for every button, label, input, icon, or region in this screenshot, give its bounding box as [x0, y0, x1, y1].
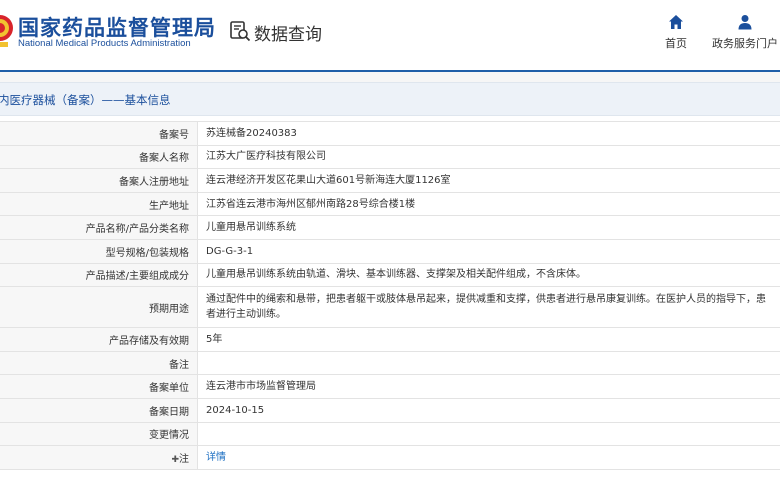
field-label: 产品名称/产品分类名称: [0, 215, 198, 240]
table-row: 预期用途 通过配件中的绳索和悬带，把患者躯干或肢体悬吊起来，提供减重和支撑，供患…: [0, 286, 780, 329]
table-row: 型号规格/包装规格 DG-G-3-1: [0, 238, 780, 264]
field-value: DG-G-3-1: [197, 238, 780, 264]
site-header: 国家药品监督管理局 National Medical Products Admi…: [0, 0, 780, 70]
table-row: 备案日期 2024-10-15: [0, 397, 780, 423]
field-value: 连云港经济开发区花果山大道601号新海连大厦1126室: [197, 168, 780, 193]
field-label: 生产地址: [0, 191, 198, 217]
table-row: 变更情况: [0, 421, 780, 447]
table-row: 备注: [0, 350, 780, 376]
table-row: 备案号 苏连械备20240383: [0, 121, 780, 146]
field-label: 预期用途: [0, 286, 198, 329]
table-row: ✚注 详情: [0, 445, 780, 470]
nav-gov-label: 政务服务门户: [712, 38, 778, 50]
emblem-icon: [0, 15, 13, 47]
field-label: 备案单位: [0, 374, 198, 399]
record-detail-table: 备案号 苏连械备20240383 备案人名称 江苏大广医疗科技有限公司 备案人注…: [0, 121, 780, 470]
note-label: 注: [179, 453, 189, 465]
field-value: 2024-10-15: [197, 397, 780, 423]
field-value: [197, 350, 780, 376]
field-label: 备案日期: [0, 397, 198, 423]
field-label: 型号规格/包装规格: [0, 238, 198, 264]
home-icon: [669, 15, 683, 29]
data-search-icon: [230, 21, 251, 42]
section-title: 内医疗器械（备案）——基本信息: [0, 93, 171, 107]
field-value: [197, 421, 780, 447]
field-value: 儿童用悬吊训练系统由轨道、滑块、基本训练器、支撑架及相关配件组成，不含床体。: [197, 262, 780, 288]
field-label-note: ✚注: [0, 445, 198, 470]
nav-gov-service-portal[interactable]: 政务服务门户: [710, 14, 780, 51]
pin-icon: ✚: [171, 454, 179, 465]
field-label: 备案号: [0, 121, 198, 146]
field-value: 苏连械备20240383: [197, 121, 780, 146]
page-title: 数据查询: [254, 25, 322, 45]
field-label: 备案人名称: [0, 144, 198, 170]
field-label: 产品描述/主要组成成分: [0, 262, 198, 288]
table-row: 生产地址 江苏省连云港市海州区郁州南路28号综合楼1楼: [0, 191, 780, 217]
table-row: 备案人注册地址 连云港经济开发区花果山大道601号新海连大厦1126室: [0, 168, 780, 193]
table-row: 产品存储及有效期 5年: [0, 327, 780, 352]
field-label: 变更情况: [0, 421, 198, 447]
field-value: 连云港市市场监督管理局: [197, 374, 780, 399]
field-value: 通过配件中的绳索和悬带，把患者躯干或肢体悬吊起来，提供减重和支撑，供患者进行悬吊…: [197, 286, 780, 329]
brand-name-en: National Medical Products Administration: [18, 38, 191, 49]
field-value: 江苏省连云港市海州区郁州南路28号综合楼1楼: [197, 191, 780, 217]
table-row: 产品名称/产品分类名称 儿童用悬吊训练系统: [0, 215, 780, 240]
top-band: [0, 72, 780, 82]
table-row: 产品描述/主要组成成分 儿童用悬吊训练系统由轨道、滑块、基本训练器、支撑架及相关…: [0, 262, 780, 288]
field-value: 5年: [197, 327, 780, 352]
field-value: 儿童用悬吊训练系统: [197, 215, 780, 240]
table-row: 备案单位 连云港市市场监督管理局: [0, 374, 780, 399]
field-label: 产品存储及有效期: [0, 327, 198, 352]
field-label: 备注: [0, 350, 198, 376]
field-value: 详情: [197, 445, 780, 470]
section-title-bar: 内医疗器械（备案）——基本信息: [0, 82, 780, 116]
nav-home[interactable]: 首页: [641, 14, 711, 51]
table-row: 备案人名称 江苏大广医疗科技有限公司: [0, 144, 780, 170]
nav-home-label: 首页: [665, 38, 687, 50]
details-link[interactable]: 详情: [206, 452, 226, 463]
user-icon: [738, 15, 752, 30]
field-label: 备案人注册地址: [0, 168, 198, 193]
field-value: 江苏大广医疗科技有限公司: [197, 144, 780, 170]
